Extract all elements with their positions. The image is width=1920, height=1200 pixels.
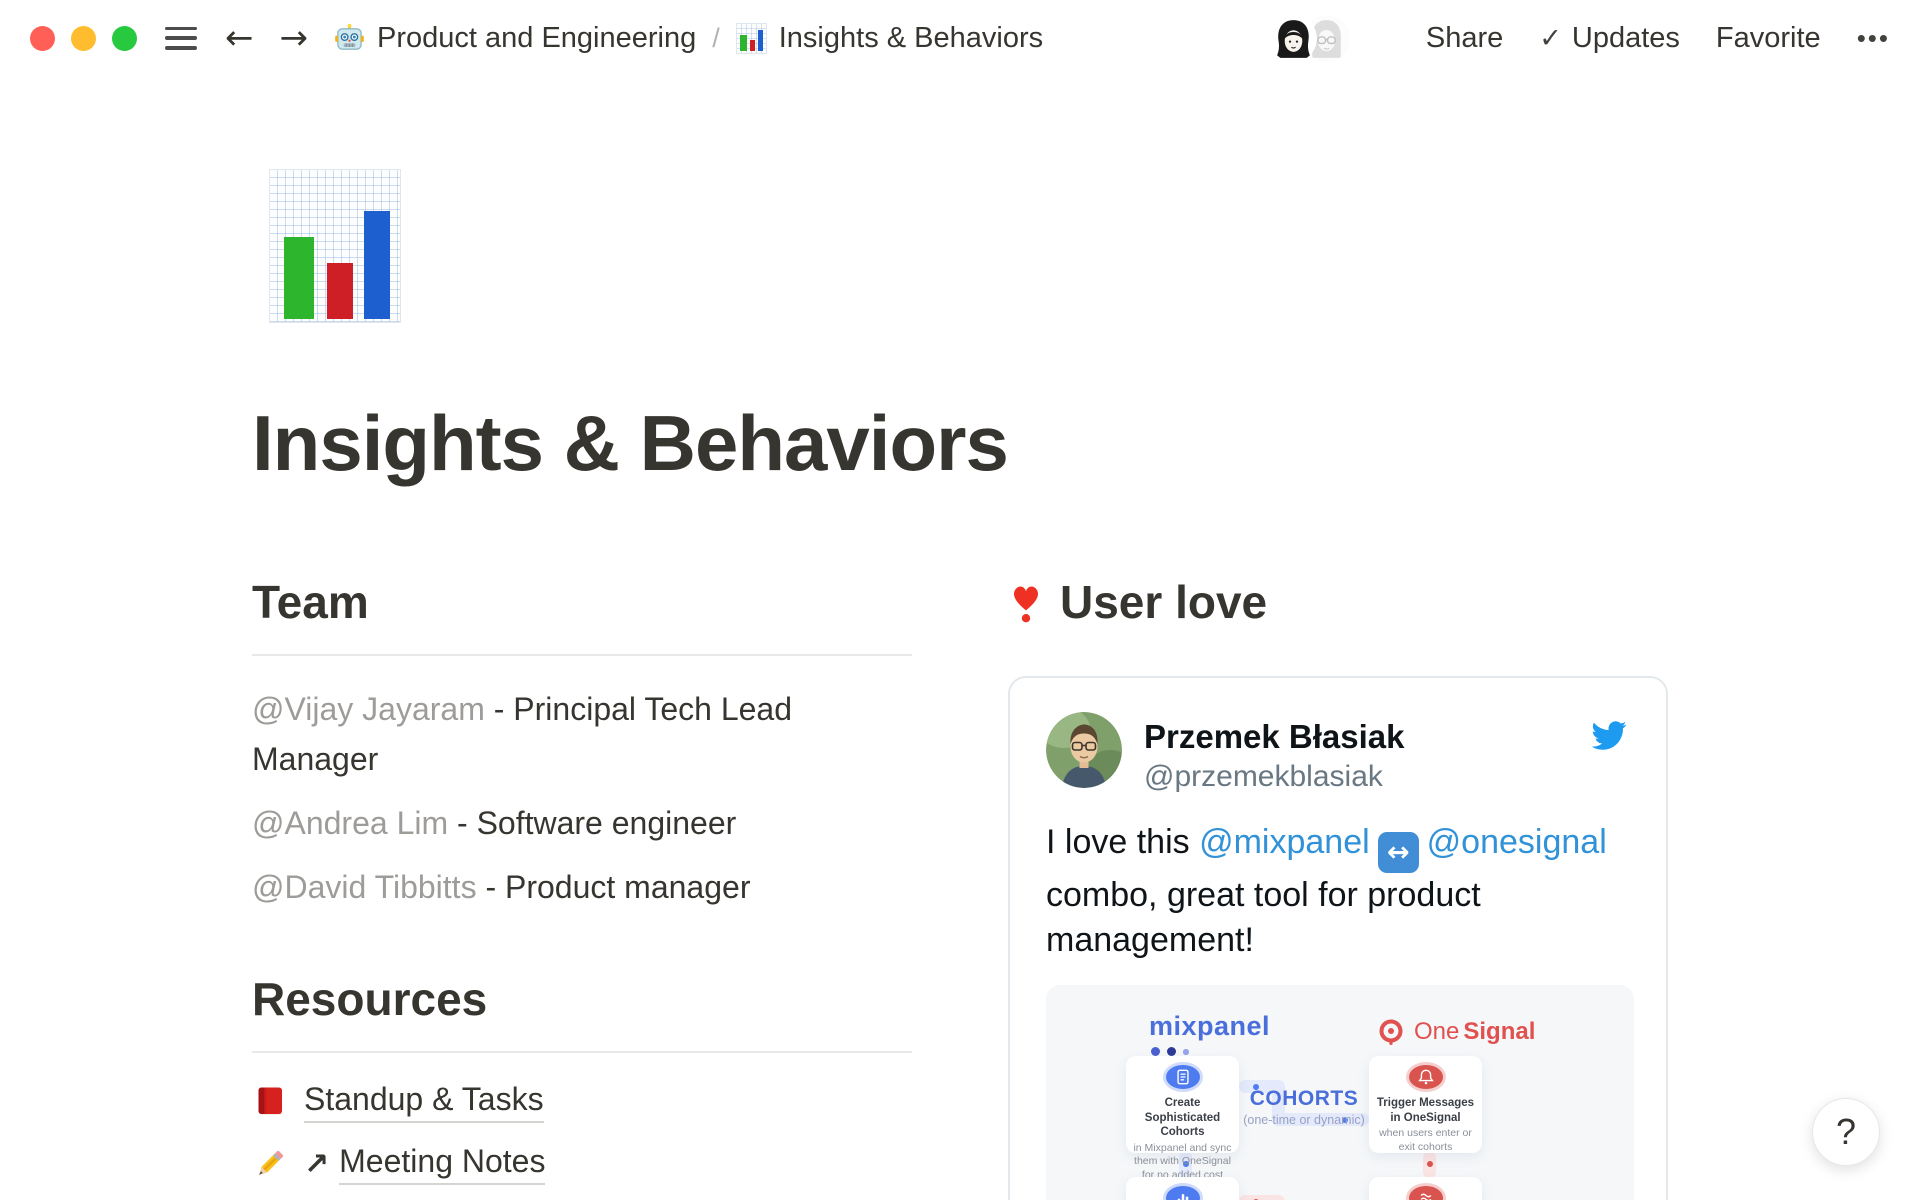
user-love-label: User love — [1060, 575, 1267, 630]
red-book-icon — [252, 1085, 288, 1119]
tweet-text: I love this @mixpanel↔@onesignal combo, … — [1046, 820, 1630, 963]
updates-button[interactable]: ✓ Updates — [1539, 22, 1680, 55]
notion-window: ← → Prod — [0, 0, 1920, 1200]
tweet-author-handle[interactable]: @przemekblasiak — [1144, 757, 1405, 796]
page-icon-bar-chart[interactable] — [269, 169, 401, 323]
person-mention[interactable]: @Andrea Lim — [252, 805, 448, 841]
window-controls — [30, 26, 137, 51]
onesignal-logo: OneSignal — [1376, 1017, 1535, 1047]
diagram-card-trigger-messages: Trigger Messages in OneSignal when users… — [1369, 1056, 1482, 1153]
left-column: Team @Vijay Jayaram - Principal Tech Lea… — [252, 575, 912, 1200]
diagram-card-find-insights: Find Insights in Mixpanel with powerful … — [1126, 1177, 1239, 1200]
updates-label: Updates — [1572, 22, 1680, 55]
bar-chart-page-icon-small — [736, 23, 767, 54]
diagram-card-measure-engagement: Measure User Engagement with messages, t… — [1369, 1177, 1482, 1200]
close-window-button[interactable] — [30, 26, 55, 51]
resources-heading: Resources — [252, 972, 912, 1027]
minimize-window-button[interactable] — [71, 26, 96, 51]
team-member: @Vijay Jayaram - Principal Tech Lead Man… — [252, 684, 912, 784]
team-member: @Andrea Lim - Software engineer — [252, 798, 912, 848]
share-button[interactable]: Share — [1426, 22, 1503, 55]
document-icon — [1166, 1065, 1200, 1089]
page-content: Team @Vijay Jayaram - Principal Tech Lea… — [252, 575, 1668, 1200]
topbar: ← → Prod — [0, 0, 1920, 76]
robot-icon — [334, 23, 365, 54]
page-link-standup-tasks[interactable]: Standup & Tasks — [252, 1081, 912, 1123]
person-mention[interactable]: @Vijay Jayaram — [252, 691, 485, 727]
pencil-icon — [252, 1146, 288, 1182]
collaborator-avatar — [1270, 15, 1317, 62]
tweet-author: Przemek Błasiak @przemekblasiak — [1144, 712, 1405, 796]
cohorts-flow-label: COHORTS (one-time or dynamic) — [1239, 1087, 1369, 1127]
zoom-window-button[interactable] — [112, 26, 137, 51]
bell-icon — [1409, 1065, 1443, 1089]
tweet-embed: Przemek Błasiak @przemekblasiak I love t… — [1008, 676, 1668, 1200]
diagram-card-create-cohorts: Create Sophisticated Cohorts in Mixpanel… — [1126, 1056, 1239, 1153]
forward-arrow-icon[interactable]: → — [280, 21, 309, 55]
external-arrow-icon: ↗ — [304, 1147, 329, 1182]
breadcrumb-page-label: Insights & Behaviors — [779, 22, 1043, 55]
breadcrumb-workspace[interactable]: Product and Engineering — [334, 22, 696, 55]
onesignal-bell-icon — [1376, 1017, 1406, 1047]
mixpanel-logo: mixpanel — [1149, 1011, 1270, 1042]
user-love-heading: User love — [1008, 575, 1668, 630]
mixpanel-mention-link[interactable]: @mixpanel — [1199, 823, 1370, 861]
history-nav: ← → — [225, 21, 308, 55]
sidebar-toggle-icon[interactable] — [165, 27, 197, 50]
breadcrumb-page[interactable]: Insights & Behaviors — [736, 22, 1043, 55]
page-title: Insights & Behaviors — [252, 398, 1008, 489]
events-flow-connector — [1272, 1195, 1285, 1200]
divider — [252, 1051, 912, 1053]
tweet-author-name[interactable]: Przemek Błasiak — [1144, 716, 1405, 757]
tweet-header: Przemek Błasiak @przemekblasiak — [1046, 712, 1630, 796]
more-options-button[interactable]: ••• — [1857, 23, 1890, 54]
breadcrumb-workspace-label: Product and Engineering — [377, 22, 696, 55]
heart-exclamation-icon — [1008, 581, 1044, 625]
team-member: @David Tibbitts - Product manager — [252, 862, 912, 912]
team-heading: Team — [252, 575, 912, 630]
page-link-meeting-notes[interactable]: ↗ Meeting Notes — [252, 1143, 912, 1185]
tweet-author-avatar[interactable] — [1046, 712, 1122, 788]
breadcrumb-separator: / — [712, 23, 720, 54]
member-role: - Software engineer — [448, 805, 736, 841]
bar-chart-icon — [1166, 1186, 1200, 1200]
help-button[interactable]: ? — [1812, 1098, 1880, 1166]
divider — [252, 654, 912, 656]
person-mention[interactable]: @David Tibbitts — [252, 869, 477, 905]
tweet-media-image[interactable]: mixpanel OneSignal — [1046, 985, 1634, 1200]
left-right-arrow-emoji: ↔ — [1378, 832, 1419, 873]
right-column: User love — [1008, 575, 1668, 1200]
favorite-button[interactable]: Favorite — [1716, 22, 1821, 55]
back-arrow-icon[interactable]: ← — [225, 21, 254, 55]
mixpanel-logo-dots — [1151, 1047, 1189, 1056]
engagement-waves-icon — [1409, 1186, 1443, 1200]
breadcrumb: Product and Engineering / Insights & Beh… — [334, 22, 1043, 55]
onesignal-mention-link[interactable]: @onesignal — [1427, 823, 1607, 861]
page-link-label: Meeting Notes — [339, 1143, 545, 1185]
collaborator-avatars[interactable] — [1270, 15, 1350, 62]
check-icon: ✓ — [1539, 23, 1562, 54]
member-role: - Product manager — [477, 869, 751, 905]
page-link-label: Standup & Tasks — [304, 1081, 544, 1123]
flow-dot — [1427, 1161, 1433, 1167]
twitter-bird-icon[interactable] — [1588, 718, 1630, 753]
